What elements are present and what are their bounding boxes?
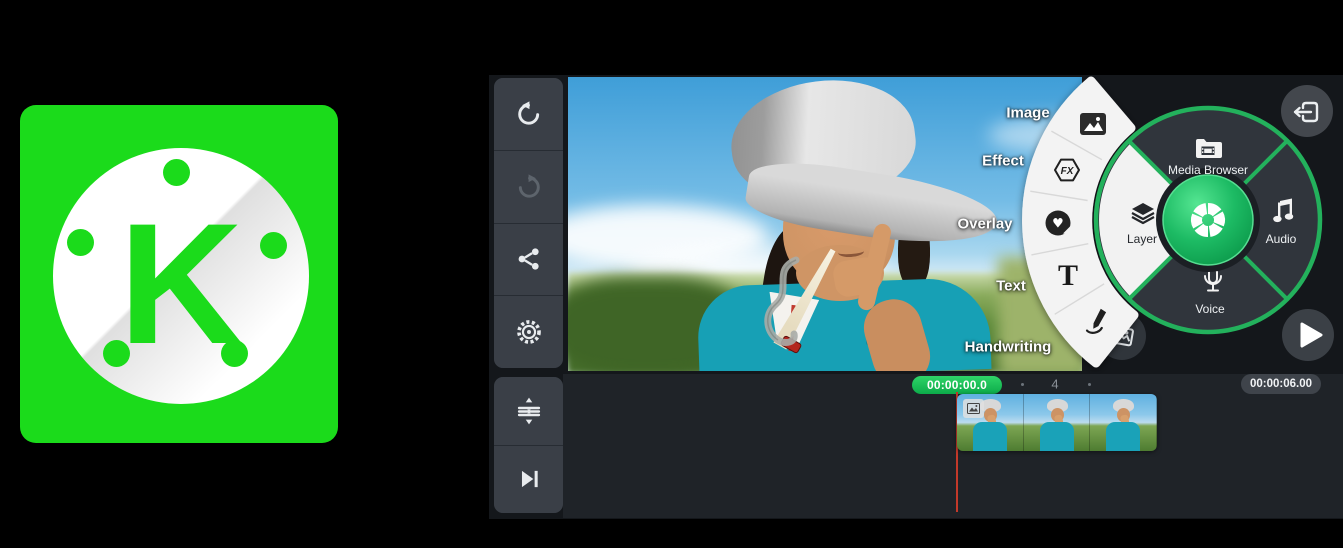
editor-panel: FX ♥ T Image Effect Overlay Text Handwri…: [489, 75, 1343, 519]
control-wheel: [1093, 105, 1323, 335]
ruler-tick: [1088, 383, 1091, 386]
submenu-label-handwriting[interactable]: Handwriting: [965, 339, 1052, 356]
exit-button[interactable]: [1281, 85, 1333, 137]
screen: K FX ♥ T Image Effect Overlay Text Handw…: [0, 0, 1343, 548]
submenu-item-text[interactable]: T: [1058, 259, 1078, 292]
timeline-area[interactable]: 00:00:00.0 4 00:00:06.00: [563, 374, 1343, 518]
thumb-detail: [1039, 422, 1074, 451]
submenu-label-image[interactable]: Image: [1006, 105, 1049, 122]
logo-dot: [260, 232, 287, 259]
clip-thumbnail: [1023, 394, 1091, 451]
svg-text:FX: FX: [1061, 166, 1075, 177]
kinemaster-logo: K: [20, 105, 338, 443]
image-icon: [1080, 113, 1106, 135]
submenu-label-text[interactable]: Text: [996, 278, 1026, 295]
media-browser-label[interactable]: Media Browser: [1168, 163, 1248, 177]
image-badge-icon: [967, 403, 980, 414]
image-clip-badge: [963, 399, 984, 418]
voice-label[interactable]: Voice: [1195, 302, 1224, 316]
total-duration-badge: 00:00:06.00: [1240, 374, 1321, 394]
text-t-icon: T: [1058, 259, 1078, 292]
layer-label[interactable]: Layer: [1127, 232, 1157, 246]
play-button[interactable]: [1282, 309, 1334, 361]
logo-dot: [67, 229, 94, 256]
clip-thumbnail: [1090, 394, 1157, 451]
sticker-heart-icon: ♥: [1045, 210, 1071, 236]
submenu-label-effect[interactable]: Effect: [982, 153, 1024, 170]
logo-letter: K: [118, 188, 244, 380]
ruler-second-mark: 4: [1051, 376, 1059, 392]
logo-circle: K: [53, 148, 309, 404]
submenu-label-overlay[interactable]: Overlay: [957, 216, 1012, 233]
thumb-detail: [1106, 422, 1141, 451]
audio-label[interactable]: Audio: [1266, 232, 1297, 246]
submenu-item-overlay[interactable]: ♥: [1045, 210, 1071, 236]
timeline-clip[interactable]: [957, 394, 1157, 451]
svg-text:♥: ♥: [1052, 217, 1064, 232]
submenu-item-image[interactable]: [1080, 113, 1106, 135]
center-capture-button[interactable]: [1156, 168, 1260, 272]
logo-dot: [103, 340, 130, 367]
thumb-detail: [973, 422, 1007, 451]
ruler-tick: [1021, 383, 1024, 386]
logo-dot: [221, 340, 248, 367]
logo-dot: [163, 159, 190, 186]
